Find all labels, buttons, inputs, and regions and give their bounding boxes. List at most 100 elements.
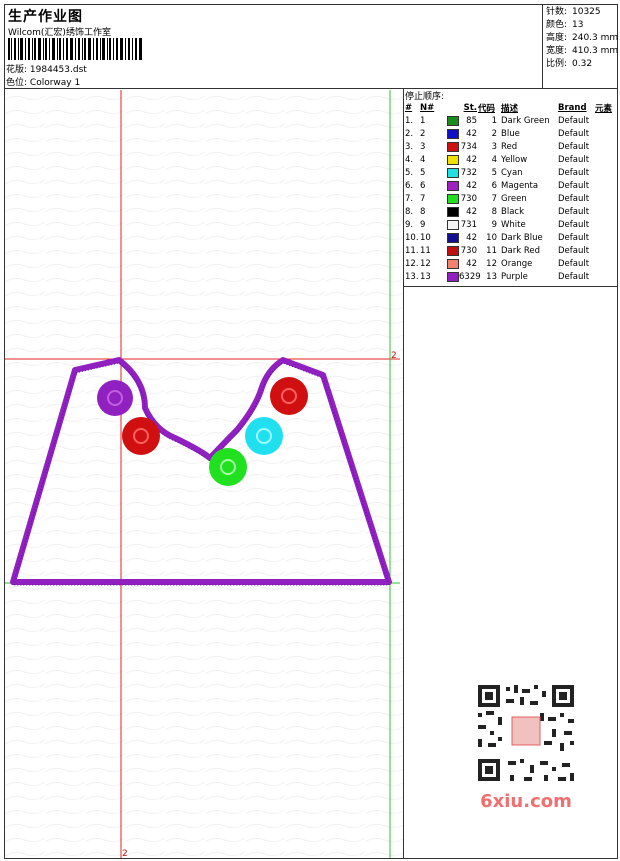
table-row: 9. 9 731 9 White Default xyxy=(404,218,612,231)
color-swatch xyxy=(447,232,459,243)
row-description: Yellow xyxy=(501,154,528,165)
table-row: 5. 5 732 5 Cyan Default xyxy=(404,166,612,179)
flower-cyan xyxy=(245,417,283,455)
row-stitches: 730 xyxy=(446,244,477,257)
stop-sequence-panel: 停止顺序: # N# St. 代码 描述 Brand 元素 1. 1 85 1 Dark… xyxy=(404,89,618,283)
table-row: 7. 7 730 7 Green Default xyxy=(404,192,612,205)
row-code: 9 xyxy=(491,219,497,230)
row-element xyxy=(594,166,612,179)
row-description: Red xyxy=(501,141,518,152)
color-swatch xyxy=(447,180,459,191)
row-brand: Default xyxy=(558,232,590,243)
row-needle: 5 xyxy=(420,167,426,178)
row-stitches: 732 xyxy=(446,166,477,179)
color-swatch xyxy=(447,271,459,282)
flower-red-left xyxy=(122,417,160,455)
table-row: 12. 12 42 12 Orange Default xyxy=(404,257,612,270)
qr-logo xyxy=(511,716,541,746)
table-row: 11. 11 730 11 Dark Red Default xyxy=(404,244,612,257)
row-needle: 13 xyxy=(420,271,431,282)
row-needle: 8 xyxy=(420,206,426,217)
row-index: 8. xyxy=(405,206,414,217)
color-swatch xyxy=(447,115,459,126)
row-description: Dark Red xyxy=(501,245,541,256)
color-swatch xyxy=(447,219,459,230)
table-row: 6. 6 42 6 Magenta Default xyxy=(404,179,612,192)
row-description: Orange xyxy=(501,258,533,269)
row-index: 4. xyxy=(405,154,414,165)
color-swatch xyxy=(447,154,459,165)
row-stitches: 734 xyxy=(446,140,477,153)
row-needle: 12 xyxy=(420,258,431,269)
design-preview: 2 2 xyxy=(5,90,403,858)
color-swatch xyxy=(447,141,459,152)
row-code: 7 xyxy=(491,193,497,204)
color-swatch xyxy=(447,128,459,139)
row-index: 13. xyxy=(405,271,419,282)
col-element: 元素 xyxy=(595,103,613,114)
table-bottom-border xyxy=(404,286,618,287)
row-brand: Default xyxy=(558,167,590,178)
row-needle: 9 xyxy=(420,219,426,230)
row-stitches: 42 xyxy=(446,153,477,166)
design-label: 花版: xyxy=(6,65,28,75)
row-stitches: 6329 xyxy=(446,270,481,283)
fabric-background xyxy=(5,90,403,858)
row-code: 12 xyxy=(486,258,497,269)
row-description: White xyxy=(501,219,526,230)
row-stitches: 731 xyxy=(446,218,477,231)
row-stitches: 42 xyxy=(446,179,477,192)
flower-green xyxy=(209,448,247,486)
company-name: Wilcom(汇宏)绣饰工作室 xyxy=(8,28,111,38)
row-code: 4 xyxy=(491,154,497,165)
row-needle: 7 xyxy=(420,193,426,204)
watermark-text: 6xiu.com xyxy=(480,791,572,812)
row-element xyxy=(594,270,612,283)
row-stitches: 42 xyxy=(446,127,477,140)
row-description: Cyan xyxy=(501,167,523,178)
row-element xyxy=(594,231,612,244)
design-value: 1984453.dst xyxy=(29,65,87,75)
row-brand: Default xyxy=(558,180,590,191)
row-needle: 2 xyxy=(420,128,426,139)
row-brand: Default xyxy=(558,258,590,269)
color-swatch xyxy=(447,167,459,178)
row-index: 1. xyxy=(405,115,414,126)
row-element xyxy=(594,205,612,218)
row-brand: Default xyxy=(558,245,590,256)
row-description: Blue xyxy=(501,128,520,139)
row-needle: 1 xyxy=(420,115,426,126)
row-needle: 3 xyxy=(420,141,426,152)
stop-sequence-heading: 停止顺序: xyxy=(405,92,445,102)
stop-sequence-table: # N# St. 代码 描述 Brand 元素 1. 1 85 1 Dark Green… xyxy=(404,101,612,283)
design-canvas: 2 2 xyxy=(5,90,403,858)
colorway: 色位: Colorway 1 xyxy=(6,75,80,88)
row-index: 2. xyxy=(405,128,414,139)
row-description: Magenta xyxy=(501,180,539,191)
row-index: 9. xyxy=(405,219,414,230)
colorway-label: 色位: xyxy=(6,78,28,88)
row-stitches: 730 xyxy=(446,192,477,205)
page-title: 生产作业图 xyxy=(8,9,83,25)
row-code: 1 xyxy=(491,115,497,126)
row-stitches: 85 xyxy=(446,114,477,127)
row-element xyxy=(594,114,612,127)
row-brand: Default xyxy=(558,193,590,204)
stat-stitches: 针数: 10325 xyxy=(546,7,601,17)
row-element xyxy=(594,179,612,192)
table-row: 13. 13 6329 13 Purple Default xyxy=(404,270,612,283)
color-swatch xyxy=(447,258,459,269)
stats-panel: 针数: 10325 颜色: 13 高度: 240.3 mm 宽度: 410.3 mm 比… xyxy=(542,4,618,89)
header: 生产作业图 Wilcom(汇宏)绣饰工作室 花版: 1984453.dst 色位… xyxy=(4,4,618,89)
design-file: 花版: 1984453.dst xyxy=(6,62,87,75)
stat-scale: 比例: 0.32 xyxy=(546,59,593,69)
row-code: 10 xyxy=(486,232,497,243)
row-element xyxy=(594,140,612,153)
row-description: Purple xyxy=(501,271,528,282)
row-element xyxy=(594,244,612,257)
stat-colors: 颜色: 13 xyxy=(546,20,584,30)
row-index: 6. xyxy=(405,180,414,191)
row-element xyxy=(594,257,612,270)
table-row: 2. 2 42 2 Blue Default xyxy=(404,127,612,140)
row-needle: 10 xyxy=(420,232,431,243)
